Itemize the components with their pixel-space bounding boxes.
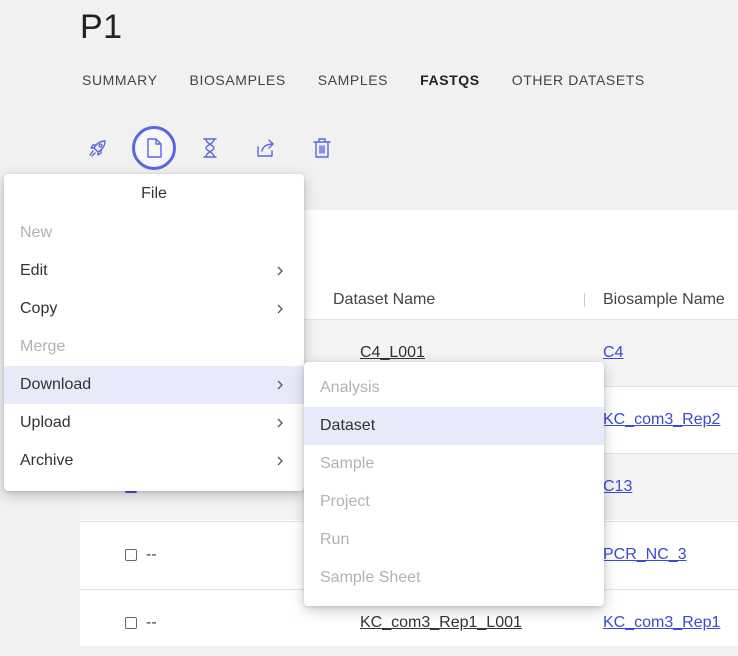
file-menu-title: File	[141, 185, 167, 202]
tab-bar: SUMMARY BIOSAMPLES SAMPLES FASTQS OTHER …	[82, 72, 677, 88]
delete-button[interactable]	[300, 126, 344, 170]
menu-item-archive[interactable]: Archive	[4, 442, 304, 480]
column-header-biosample-name[interactable]: Biosample Name	[603, 291, 725, 309]
biosample-name-link[interactable]: KC_com3_Rep1	[603, 614, 720, 632]
share-icon	[257, 139, 274, 157]
menu-item-new[interactable]: New	[4, 214, 304, 252]
menu-item-label: Merge	[20, 338, 66, 355]
row-placeholder-text: --	[146, 614, 157, 631]
dataset-name-link[interactable]: KC_com3_Rep1_L001	[360, 614, 522, 632]
download-submenu: Analysis Dataset Sample Project Run Samp…	[304, 362, 604, 606]
menu-item-label: Archive	[20, 452, 74, 469]
share-button[interactable]	[244, 126, 288, 170]
biosample-name-link[interactable]: PCR_NC_3	[603, 546, 687, 564]
project-title: P1	[80, 8, 123, 46]
menu-item-label: Copy	[20, 300, 58, 317]
submenu-item-sample-sheet[interactable]: Sample Sheet	[304, 559, 604, 597]
submenu-item-sample[interactable]: Sample	[304, 445, 604, 483]
chevron-right-icon	[277, 266, 283, 276]
row-checkbox[interactable]	[125, 617, 137, 629]
tab-samples[interactable]: SAMPLES	[318, 72, 388, 88]
menu-item-label: New	[20, 224, 53, 241]
column-divider[interactable]	[584, 293, 585, 307]
menu-item-label: Edit	[20, 262, 48, 279]
menu-item-label: Sample	[320, 455, 375, 472]
menu-item-label: Project	[320, 493, 370, 510]
hourglass-button[interactable]	[188, 126, 232, 170]
submenu-item-project[interactable]: Project	[304, 483, 604, 521]
biosample-name-link[interactable]: KC_com3_Rep2	[603, 411, 720, 429]
biosample-name-link[interactable]: C13	[603, 478, 632, 496]
tab-other-datasets[interactable]: OTHER DATASETS	[512, 72, 645, 88]
dataset-name-link[interactable]: C4_L001	[360, 344, 425, 362]
tab-summary[interactable]: SUMMARY	[82, 72, 158, 88]
menu-item-edit[interactable]: Edit	[4, 252, 304, 290]
menu-item-label: Analysis	[320, 379, 380, 396]
submenu-item-run[interactable]: Run	[304, 521, 604, 559]
file-button[interactable]	[132, 126, 176, 170]
hourglass-icon	[203, 138, 217, 158]
biosample-name-link[interactable]: C4	[603, 344, 623, 362]
column-header-dataset-name[interactable]: Dataset Name	[333, 291, 435, 309]
menu-item-label: Sample Sheet	[320, 569, 421, 586]
tab-fastqs[interactable]: FASTQS	[420, 72, 480, 88]
row-checkbox[interactable]	[125, 549, 137, 561]
chevron-right-icon	[277, 418, 283, 428]
menu-item-label: Upload	[20, 414, 71, 431]
chevron-right-icon	[277, 456, 283, 466]
menu-item-download[interactable]: Download	[4, 366, 304, 404]
menu-item-label: Run	[320, 531, 350, 548]
toolbar	[0, 126, 738, 170]
menu-item-upload[interactable]: Upload	[4, 404, 304, 442]
trash-icon	[313, 138, 331, 158]
chevron-right-icon	[277, 304, 283, 314]
menu-item-label: Dataset	[320, 417, 376, 434]
tab-biosamples[interactable]: BIOSAMPLES	[190, 72, 286, 88]
menu-item-label: Download	[20, 376, 92, 393]
file-menu: File New Edit Copy Merge Download Upload…	[4, 174, 304, 491]
submenu-item-analysis[interactable]: Analysis	[304, 369, 604, 407]
row-placeholder-text: --	[146, 546, 157, 563]
rocket-button[interactable]	[76, 126, 120, 170]
menu-item-merge[interactable]: Merge	[4, 328, 304, 366]
file-icon	[147, 138, 162, 158]
chevron-right-icon	[277, 380, 283, 390]
submenu-item-dataset[interactable]: Dataset	[304, 407, 604, 445]
menu-item-copy[interactable]: Copy	[4, 290, 304, 328]
rocket-icon	[89, 140, 106, 157]
